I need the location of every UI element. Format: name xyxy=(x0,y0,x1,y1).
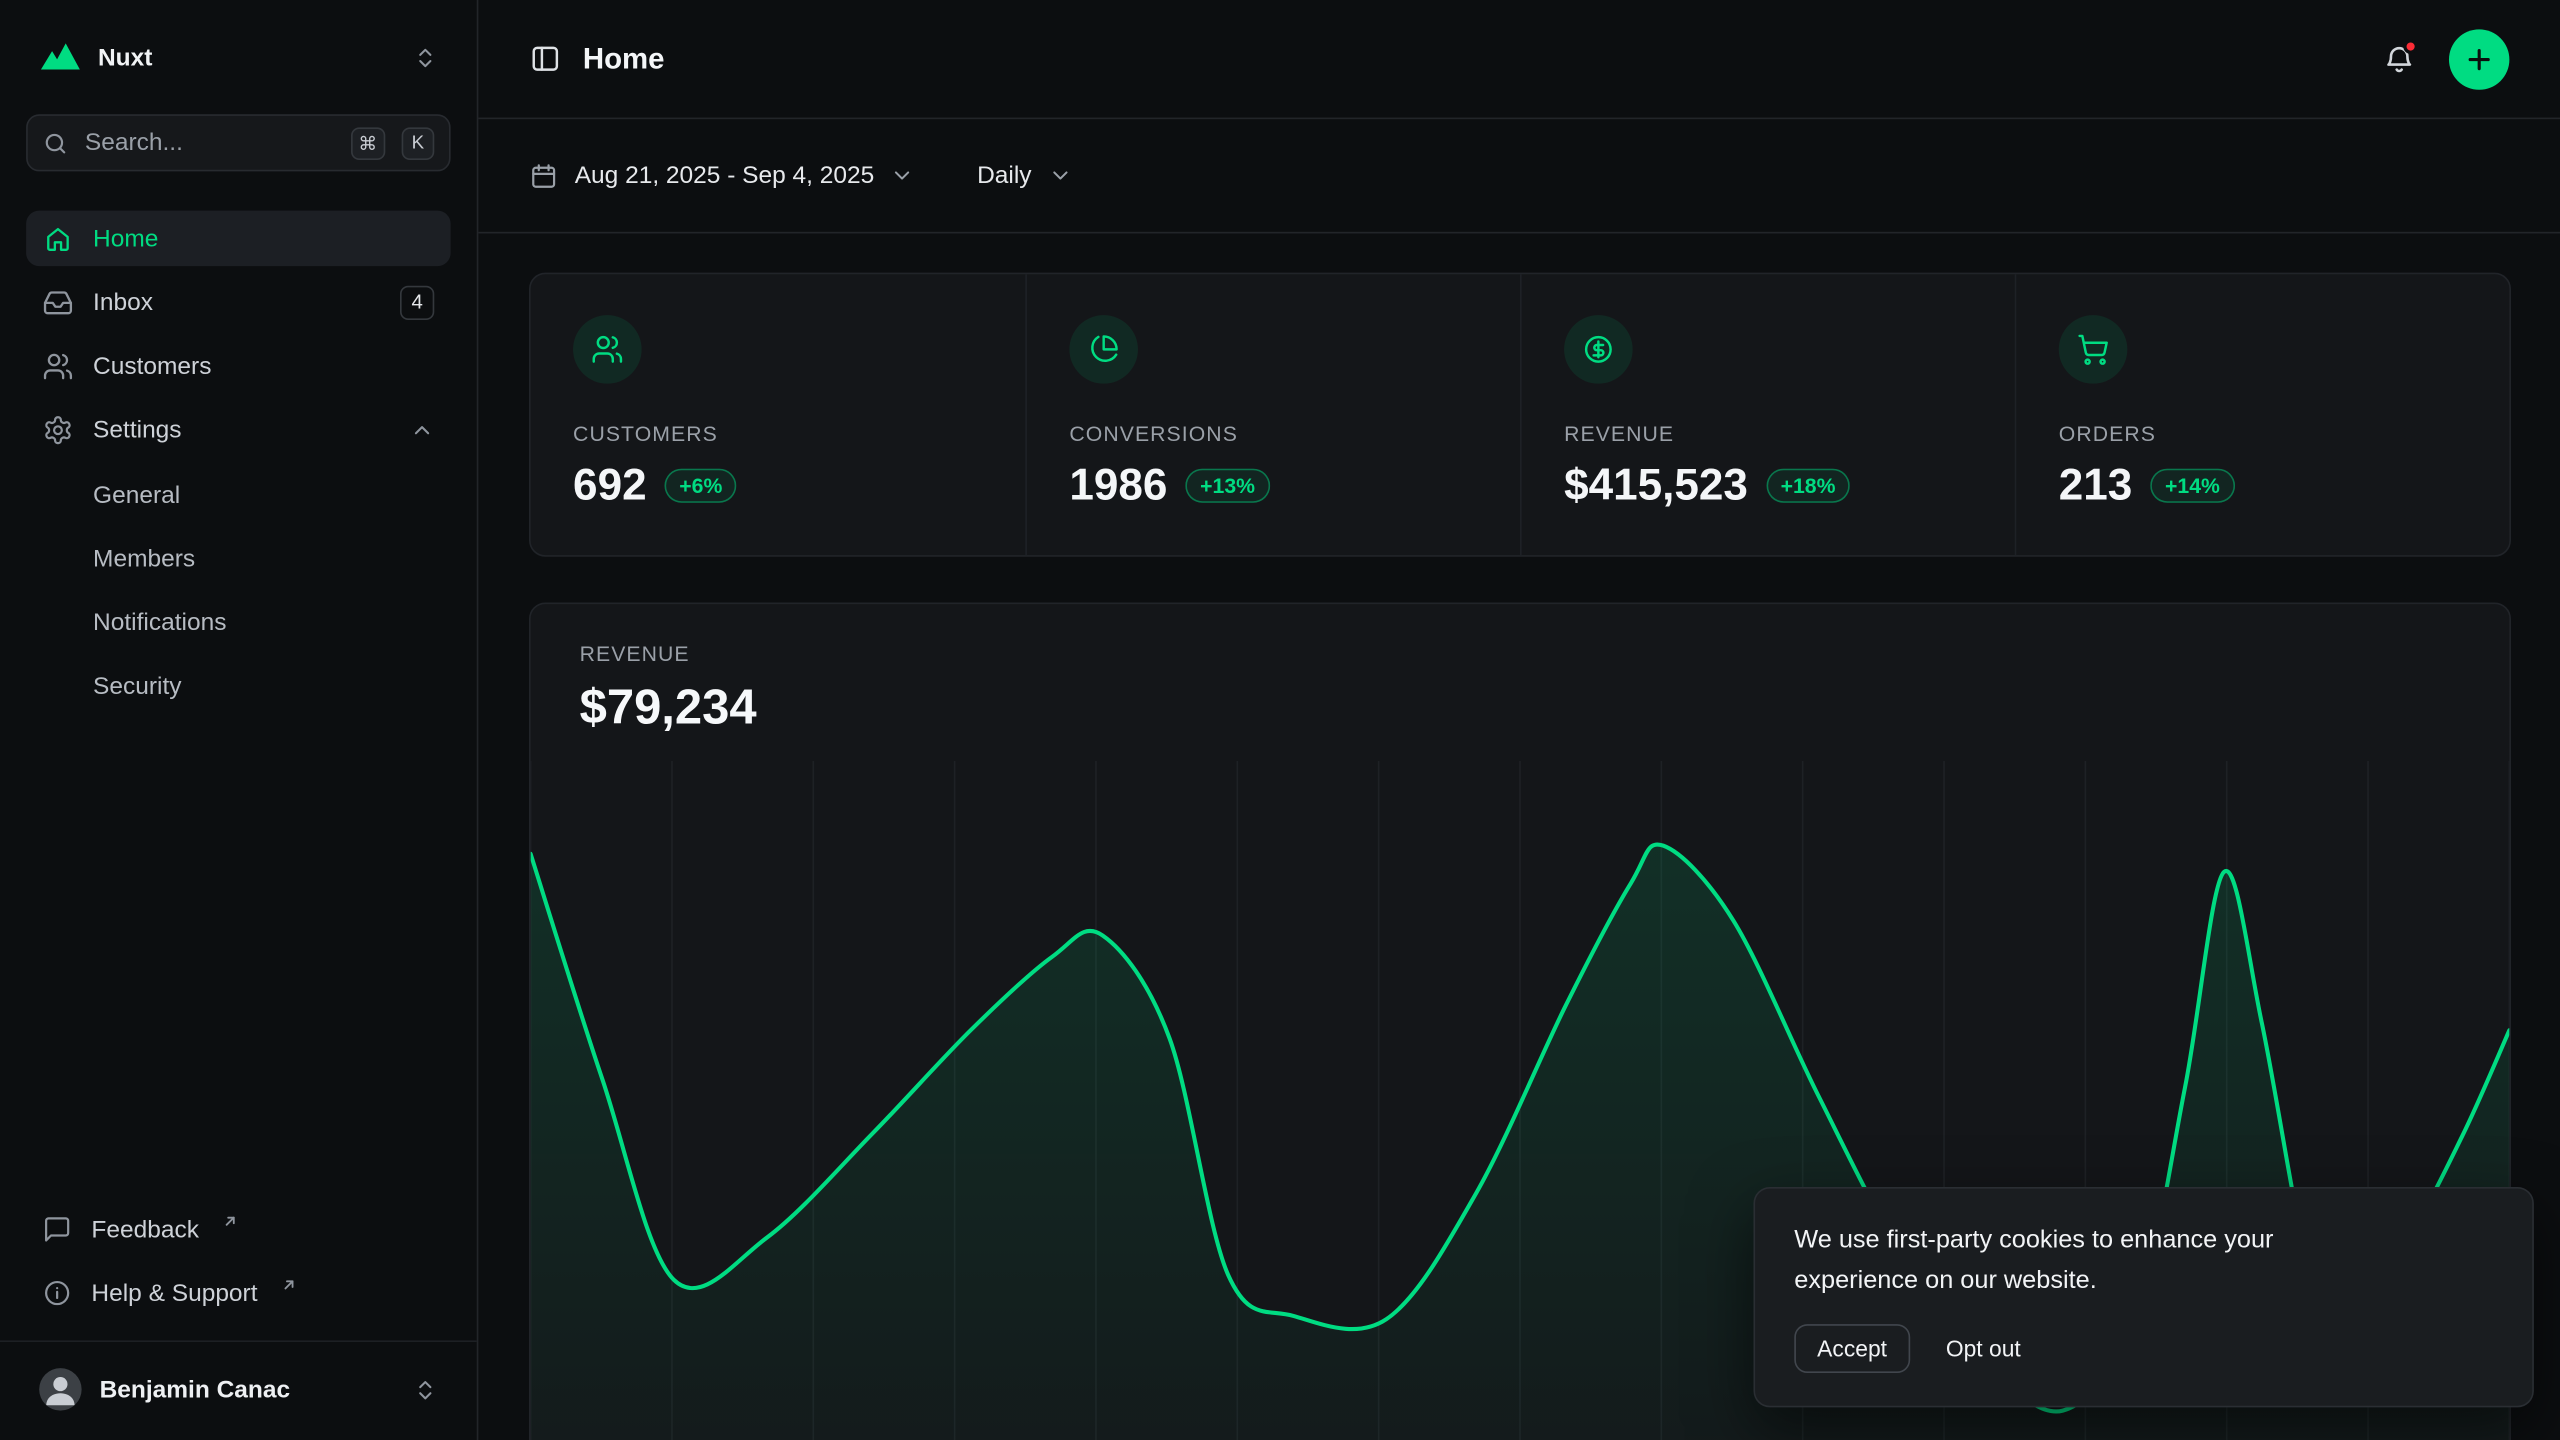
workspace-switcher[interactable]: Nuxt xyxy=(26,26,450,88)
feedback-link[interactable]: Feedback xyxy=(26,1202,450,1258)
chevrons-up-down-icon xyxy=(413,1377,437,1401)
stat-revenue[interactable]: REVENUE $415,523 +18% xyxy=(1520,274,2015,555)
sidebar-user-footer: Benjamin Canac xyxy=(0,1340,477,1440)
users-icon xyxy=(42,350,73,381)
search-input[interactable]: Search... ⌘ K xyxy=(26,114,450,171)
pie-chart-icon xyxy=(1069,315,1138,384)
date-range-label: Aug 21, 2025 - Sep 4, 2025 xyxy=(575,162,875,190)
info-circle-icon xyxy=(42,1278,71,1307)
settings-subnav: General Members Notifications Security xyxy=(26,467,450,714)
nav-label: Inbox xyxy=(93,288,380,316)
topbar: Home xyxy=(478,0,2560,119)
message-bubble-icon xyxy=(42,1215,71,1244)
workspace-name: Nuxt xyxy=(98,43,397,71)
add-button[interactable] xyxy=(2449,29,2509,89)
sidebar-item-home[interactable]: Home xyxy=(26,211,450,267)
sidebar-item-settings[interactable]: Settings xyxy=(26,402,450,458)
nav-label: Home xyxy=(93,224,434,252)
inbox-icon xyxy=(42,287,73,318)
search-icon xyxy=(42,130,68,156)
help-support-link[interactable]: Help & Support xyxy=(26,1265,450,1321)
nav-label: Customers xyxy=(93,352,434,380)
chevron-down-icon xyxy=(891,163,915,187)
search-placeholder: Search... xyxy=(85,129,334,157)
nav-label: General xyxy=(93,481,180,509)
sidebar-item-security[interactable]: Security xyxy=(26,658,450,714)
inbox-count-badge: 4 xyxy=(400,285,434,319)
accept-button[interactable]: Accept xyxy=(1794,1324,1910,1373)
users-icon xyxy=(573,315,642,384)
panel-left-icon[interactable] xyxy=(529,42,562,75)
nav-label: Security xyxy=(93,672,181,700)
dollar-circle-icon xyxy=(1564,315,1633,384)
page-title: Home xyxy=(583,42,665,76)
stat-customers[interactable]: CUSTOMERS 692 +6% xyxy=(531,274,1026,555)
chevrons-up-down-icon xyxy=(413,45,437,69)
plus-icon xyxy=(2464,43,2495,74)
stat-value: $415,523 xyxy=(1564,460,1748,511)
home-icon xyxy=(42,223,73,254)
stat-label: ORDERS xyxy=(2059,421,2467,445)
nav-label: Help & Support xyxy=(91,1279,257,1307)
notification-dot xyxy=(2403,38,2418,53)
external-link-icon xyxy=(280,1277,296,1293)
revenue-label: REVENUE xyxy=(580,642,2461,666)
sidebar-item-inbox[interactable]: Inbox 4 xyxy=(26,274,450,330)
interval-label: Daily xyxy=(977,162,1031,190)
toolbar: Aug 21, 2025 - Sep 4, 2025 Daily xyxy=(478,119,2560,233)
nuxt-logo-icon xyxy=(39,36,81,78)
stat-label: REVENUE xyxy=(1564,421,1972,445)
gear-icon xyxy=(42,414,73,445)
date-range-picker[interactable]: Aug 21, 2025 - Sep 4, 2025 xyxy=(529,161,915,190)
revenue-value: $79,234 xyxy=(580,681,2461,737)
stat-value: 1986 xyxy=(1069,460,1167,511)
sidebar-item-notifications[interactable]: Notifications xyxy=(26,594,450,650)
stat-delta-badge: +18% xyxy=(1766,469,1850,503)
stat-delta-badge: +14% xyxy=(2150,469,2234,503)
stat-value: 213 xyxy=(2059,460,2133,511)
notifications-button[interactable] xyxy=(2382,42,2416,76)
sidebar-item-general[interactable]: General xyxy=(26,467,450,523)
sidebar-nav: Home Inbox 4 Customers Settings xyxy=(26,211,450,717)
cookie-message: We use first-party cookies to enhance yo… xyxy=(1794,1221,2369,1301)
nav-label: Notifications xyxy=(93,608,226,636)
stat-label: CUSTOMERS xyxy=(573,421,983,445)
user-name: Benjamin Canac xyxy=(100,1376,396,1404)
nav-label: Feedback xyxy=(91,1216,199,1244)
stats-card: CUSTOMERS 692 +6% CONVERSIONS 1986 +13% xyxy=(529,273,2511,557)
nav-label: Members xyxy=(93,544,195,572)
opt-out-button[interactable]: Opt out xyxy=(1943,1326,2025,1372)
user-menu[interactable]: Benjamin Canac xyxy=(26,1360,450,1419)
stat-label: CONVERSIONS xyxy=(1069,421,1477,445)
chevron-up-icon xyxy=(410,417,434,441)
avatar xyxy=(39,1368,81,1410)
stat-delta-badge: +13% xyxy=(1185,469,1269,503)
cookie-banner: We use first-party cookies to enhance yo… xyxy=(1753,1187,2533,1407)
interval-select[interactable]: Daily xyxy=(977,162,1072,190)
kbd-cmd: ⌘ xyxy=(350,127,385,160)
sidebar-item-members[interactable]: Members xyxy=(26,531,450,587)
stat-conversions[interactable]: CONVERSIONS 1986 +13% xyxy=(1025,274,1520,555)
stat-value: 692 xyxy=(573,460,647,511)
sidebar-item-customers[interactable]: Customers xyxy=(26,338,450,394)
external-link-icon xyxy=(222,1213,238,1229)
kbd-k: K xyxy=(402,127,435,160)
sidebar: Nuxt Search... ⌘ K Home xyxy=(0,0,478,1440)
calendar-icon xyxy=(529,161,558,190)
shopping-cart-icon xyxy=(2059,315,2128,384)
chevron-down-icon xyxy=(1048,163,1072,187)
sidebar-footer-links: Feedback Help & Support xyxy=(26,1202,450,1321)
stat-delta-badge: +6% xyxy=(665,469,737,503)
app-root: Nuxt Search... ⌘ K Home xyxy=(0,0,2560,1440)
nav-label: Settings xyxy=(93,416,390,444)
stat-orders[interactable]: ORDERS 213 +14% xyxy=(2015,274,2510,555)
